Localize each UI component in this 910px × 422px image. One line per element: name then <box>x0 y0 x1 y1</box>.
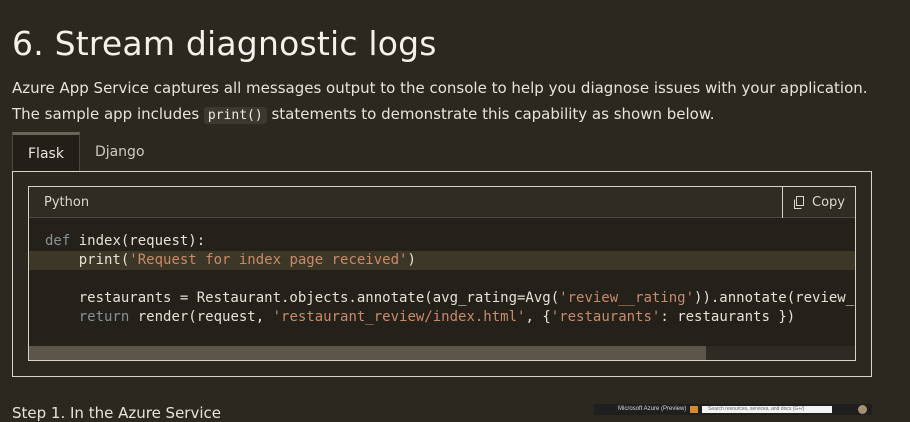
tab-panel: Python Copy def index(request): print('R… <box>12 171 872 377</box>
code-header: Python Copy <box>29 187 855 218</box>
code-body: def index(request): print('Request for i… <box>29 218 855 348</box>
avatar <box>858 405 867 414</box>
page-title: 6. Stream diagnostic logs <box>12 24 437 64</box>
copy-button[interactable]: Copy <box>782 187 855 218</box>
code-language-label: Python <box>44 194 90 210</box>
intro-paragraph: Azure App Service captures all messages … <box>12 75 892 129</box>
portal-logo-icon <box>690 406 698 413</box>
code-line-4: restaurants = Restaurant.objects.annotat… <box>45 290 855 306</box>
code-line-2: print('Request for index page received') <box>29 251 855 270</box>
code-line-5: return render(request, 'restaurant_revie… <box>45 309 796 325</box>
scrollbar-thumb[interactable] <box>29 346 707 360</box>
copy-icon <box>793 195 806 209</box>
tab-flask[interactable]: Flask <box>12 132 80 172</box>
portal-title: Microsoft Azure (Preview) <box>618 406 687 412</box>
portal-top-bar: Microsoft Azure (Preview) Search resourc… <box>594 404 872 415</box>
code-block: Python Copy def index(request): print('R… <box>28 186 856 361</box>
intro-text-after: statements to demonstrate this capabilit… <box>266 105 715 123</box>
code-line-1: def index(request): <box>45 233 206 249</box>
copy-label: Copy <box>812 194 845 210</box>
framework-tabs: Flask Django <box>12 132 160 172</box>
code-horizontal-scrollbar[interactable] <box>29 346 855 360</box>
azure-portal-screenshot: Microsoft Azure (Preview) Search resourc… <box>594 404 872 415</box>
portal-search-box: Search resources, services, and docs (G+… <box>702 406 832 413</box>
step-text: Step 1. In the Azure Service <box>12 404 221 422</box>
tab-django[interactable]: Django <box>80 132 160 172</box>
code-content: def index(request): print('Request for i… <box>29 218 855 327</box>
inline-code-print: print() <box>203 107 267 124</box>
